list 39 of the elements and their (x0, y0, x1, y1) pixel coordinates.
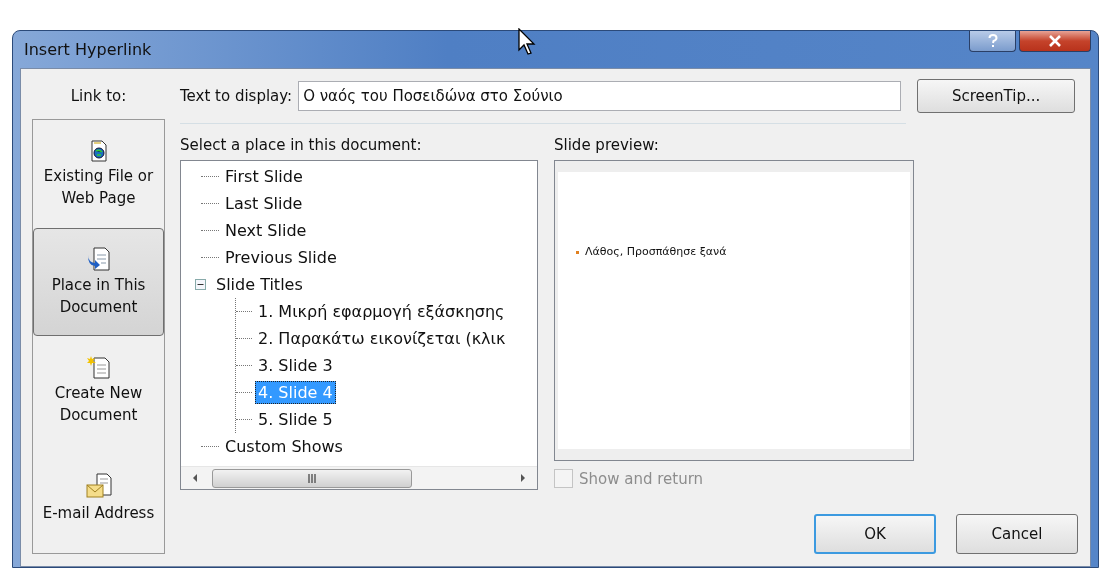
tree-item[interactable]: 5. Slide 5 (255, 408, 336, 431)
preview-text: Λάθος, Προσπάθησε ξανά (585, 245, 727, 258)
tree-item[interactable]: Last Slide (222, 192, 306, 215)
tree-item[interactable]: Next Slide (222, 219, 310, 242)
link-type-button[interactable]: E-mail Address (33, 444, 164, 552)
help-icon (987, 34, 998, 48)
tree-item[interactable]: 3. Slide 3 (255, 354, 336, 377)
help-button[interactable] (969, 31, 1016, 52)
link-type-button[interactable]: Create New Document (33, 336, 164, 444)
ok-button[interactable]: OK (814, 514, 936, 554)
scroll-right-icon[interactable] (519, 473, 527, 483)
scrollbar-thumb[interactable] (212, 468, 412, 488)
tree-item[interactable]: Slide Titles (213, 273, 306, 296)
window-title: Insert Hyperlink (23, 39, 152, 59)
document-globe-icon (88, 139, 109, 162)
envelope-document-icon (85, 472, 112, 499)
link-type-button[interactable]: Existing File or Web Page (33, 120, 164, 228)
cancel-button[interactable]: Cancel (956, 514, 1078, 554)
slide-preview-label: Slide preview: (554, 136, 660, 154)
close-icon (1048, 35, 1062, 47)
close-button[interactable] (1019, 31, 1091, 52)
tree-item[interactable]: First Slide (222, 165, 306, 188)
text-to-display-label: Text to display: (180, 87, 293, 105)
pointer-icon (518, 28, 538, 56)
collapse-icon[interactable] (195, 279, 206, 290)
bullet-icon (576, 251, 579, 254)
document-arrow-icon (86, 246, 111, 271)
link-type-button[interactable]: Place in This Document (33, 228, 164, 336)
tree-item[interactable]: 1. Μικρή εφαρμογή εξάσκησης (255, 300, 508, 323)
tree-item[interactable]: Custom Shows (222, 435, 346, 458)
place-label: Select a place in this document: (180, 136, 423, 154)
show-and-return-label: Show and return (579, 469, 704, 488)
tree-item[interactable]: 2. Παρακάτω εικονίζεται (κλικ (255, 327, 509, 350)
scroll-left-icon[interactable] (191, 473, 199, 483)
screentip-button[interactable]: ScreenTip... (917, 79, 1076, 113)
text-to-display-field[interactable]: Ο ναός του Ποσειδώνα στο Σούνιο (298, 81, 902, 111)
link-to-label: Link to: (70, 87, 127, 105)
new-document-icon (86, 354, 111, 379)
tree-item[interactable]: Previous Slide (222, 246, 340, 269)
